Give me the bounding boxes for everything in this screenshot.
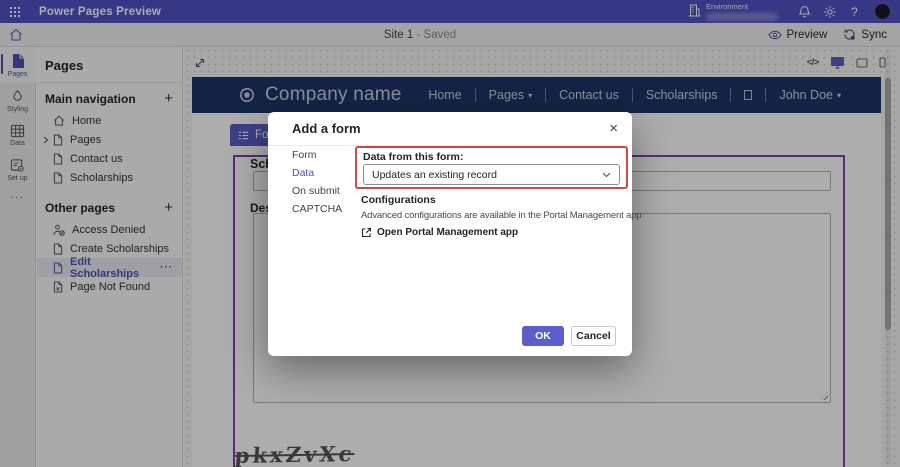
add-form-dialog: Add a form × Form Data On submit CAPTCHA…	[268, 112, 632, 356]
dialog-title: Add a form	[292, 121, 361, 136]
configurations-text: Advanced configurations are available in…	[361, 210, 642, 221]
ok-button[interactable]: OK	[522, 326, 564, 346]
tab-data[interactable]: Data	[292, 167, 342, 185]
close-icon[interactable]: ×	[609, 121, 618, 136]
dialog-tab-list: Form Data On submit CAPTCHA	[292, 149, 342, 221]
open-portal-management-link[interactable]: Open Portal Management app	[361, 227, 518, 238]
chevron-down-icon	[602, 172, 611, 178]
configurations-heading: Configurations	[361, 194, 436, 206]
red-annotation-highlight: Data from this form: Updates an existing…	[355, 146, 628, 189]
form-mode-dropdown[interactable]: Updates an existing record	[363, 164, 620, 185]
external-link-icon	[361, 227, 372, 238]
tab-on-submit[interactable]: On submit	[292, 185, 342, 203]
tab-captcha[interactable]: CAPTCHA	[292, 203, 342, 221]
dropdown-label: Data from this form:	[363, 151, 463, 163]
tab-form[interactable]: Form	[292, 149, 342, 167]
cancel-button[interactable]: Cancel	[571, 326, 616, 346]
dropdown-value: Updates an existing record	[372, 169, 497, 181]
power-pages-studio: Power Pages Preview Environment ?	[0, 0, 900, 467]
